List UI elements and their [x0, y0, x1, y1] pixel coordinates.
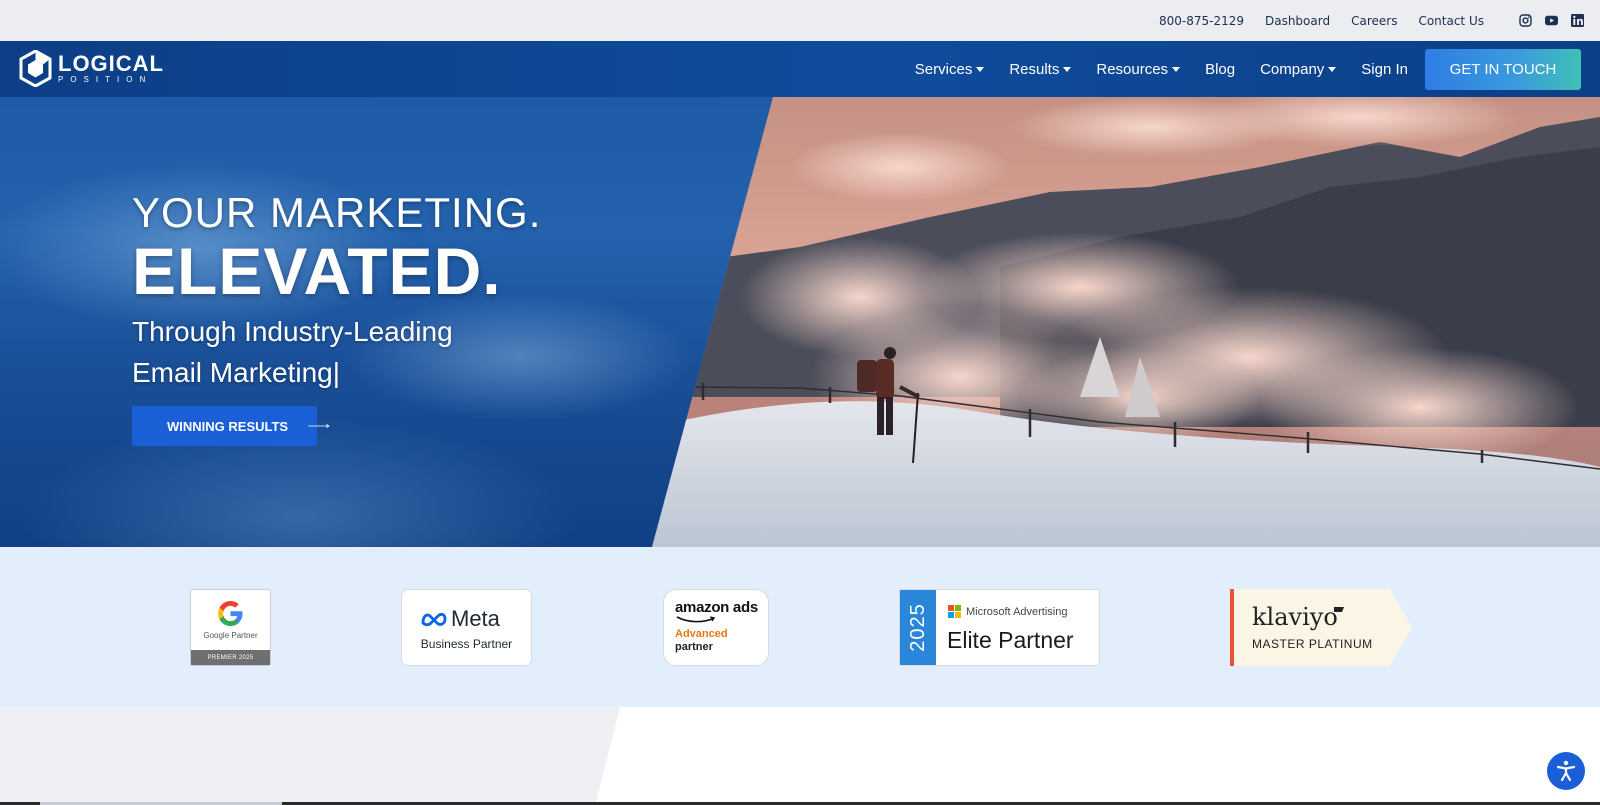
- nav-item-label: Results: [1009, 60, 1060, 78]
- meta-logo: Meta: [420, 606, 500, 632]
- caret-down-icon: [1328, 66, 1337, 72]
- meta-infinity-icon: [421, 612, 447, 627]
- hero-headline-line2: ELEVATED.: [132, 234, 502, 308]
- dashboard-link[interactable]: Dashboard: [1265, 14, 1330, 28]
- logo-line-1: LOGICAL: [58, 51, 164, 76]
- klaviyo-tier: MASTER PLATINUM: [1252, 637, 1373, 651]
- nav-item-blog[interactable]: Blog: [1205, 61, 1235, 78]
- nav-item-label: Sign In: [1361, 60, 1408, 78]
- nav-menu: Services Results Resources Blog Company …: [890, 41, 1408, 97]
- amazon-tier-line2: partner: [675, 641, 713, 653]
- main-nav: LOGICAL POSITION Services Results Resour…: [0, 41, 1600, 97]
- nav-item-label: Services: [914, 60, 973, 78]
- hero-copy: YOUR MARKETING. ELEVATED. Through Indust…: [132, 189, 541, 393]
- nav-item-label: Blog: [1205, 60, 1236, 78]
- google-partner-tier: PREMIER 2025: [191, 650, 270, 665]
- nav-item-label: Company: [1260, 60, 1325, 78]
- google-partner-badge: Google Partner PREMIER 2025: [191, 590, 270, 665]
- phone-link[interactable]: 800-875-2129: [1159, 14, 1244, 28]
- logo[interactable]: LOGICAL POSITION: [19, 50, 164, 87]
- nav-item-services[interactable]: Services: [915, 61, 985, 78]
- hero-banner: YOUR MARKETING. ELEVATED. Through Indust…: [0, 97, 1600, 547]
- hero-sub-line2: Email Marketing: [132, 357, 333, 388]
- microsoft-logo: Microsoft Advertising: [948, 605, 1067, 618]
- microsoft-advertising-badge: 2025 Microsoft Advertising Elite Partner: [900, 590, 1099, 665]
- caret-down-icon: [1172, 66, 1181, 72]
- amazon-tier-line1: Advanced: [675, 628, 728, 640]
- nav-item-company[interactable]: Company: [1260, 60, 1337, 78]
- year-label: 2025: [906, 603, 929, 652]
- google-g-icon: [218, 601, 243, 626]
- logo-wordmark: LOGICAL POSITION: [58, 53, 164, 84]
- klaviyo-badge: klaviyo MASTER PLATINUM: [1230, 589, 1412, 666]
- hero-sub-line1: Through Industry-Leading: [132, 316, 453, 347]
- microsoft-squares-icon: [948, 605, 961, 618]
- caret-down-icon: [976, 66, 985, 72]
- next-section-panel: [0, 707, 620, 805]
- hero-headline-line1: YOUR MARKETING.: [132, 189, 542, 236]
- nav-item-resources[interactable]: Resources: [1096, 60, 1181, 78]
- careers-link[interactable]: Careers: [1351, 14, 1397, 28]
- instagram-icon[interactable]: [1519, 14, 1532, 27]
- accessibility-button[interactable]: [1547, 752, 1585, 790]
- linkedin-icon[interactable]: [1571, 14, 1584, 27]
- utility-bar: 800-875-2129 Dashboard Careers Contact U…: [0, 0, 1600, 41]
- nav-item-sign-in[interactable]: Sign In: [1361, 61, 1408, 78]
- typing-cursor: |: [332, 357, 341, 388]
- microsoft-advertising-label: Microsoft Advertising: [966, 605, 1068, 618]
- amazon-ads-badge: amazon ads Advanced partner: [664, 590, 768, 665]
- partner-badges-strip: Google Partner PREMIER 2025 Meta Busines…: [0, 547, 1600, 707]
- contact-us-link[interactable]: Contact Us: [1418, 14, 1484, 28]
- meta-wordmark: Meta: [451, 606, 500, 631]
- accessibility-icon: [1556, 760, 1576, 782]
- amazon-ads-wordmark: amazon ads: [675, 599, 758, 616]
- klaviyo-wordmark: klaviyo: [1252, 603, 1338, 631]
- meta-partner-badge: Meta Business Partner: [402, 590, 531, 665]
- caret-down-icon: [1063, 66, 1072, 72]
- logo-cube-icon: [19, 50, 52, 87]
- get-in-touch-button[interactable]: GET IN TOUCH: [1425, 49, 1581, 90]
- youtube-icon[interactable]: [1545, 14, 1558, 27]
- arrow-right-icon: [308, 424, 330, 428]
- social-links: [1506, 14, 1584, 27]
- nav-item-label: Resources: [1096, 60, 1169, 78]
- amazon-smile-icon: [676, 616, 716, 623]
- google-partner-label: Google Partner: [203, 631, 258, 640]
- meta-partner-label: Business Partner: [420, 637, 513, 651]
- logo-line-2: POSITION: [58, 75, 153, 84]
- microsoft-tier: Elite Partner: [947, 627, 1074, 653]
- nav-item-results[interactable]: Results: [1009, 60, 1072, 78]
- hero-subheadline: Through Industry-Leading Email Marketing…: [132, 311, 532, 393]
- microsoft-badge-year: 2025: [900, 590, 936, 665]
- winning-results-button[interactable]: WINNING RESULTS: [132, 406, 317, 446]
